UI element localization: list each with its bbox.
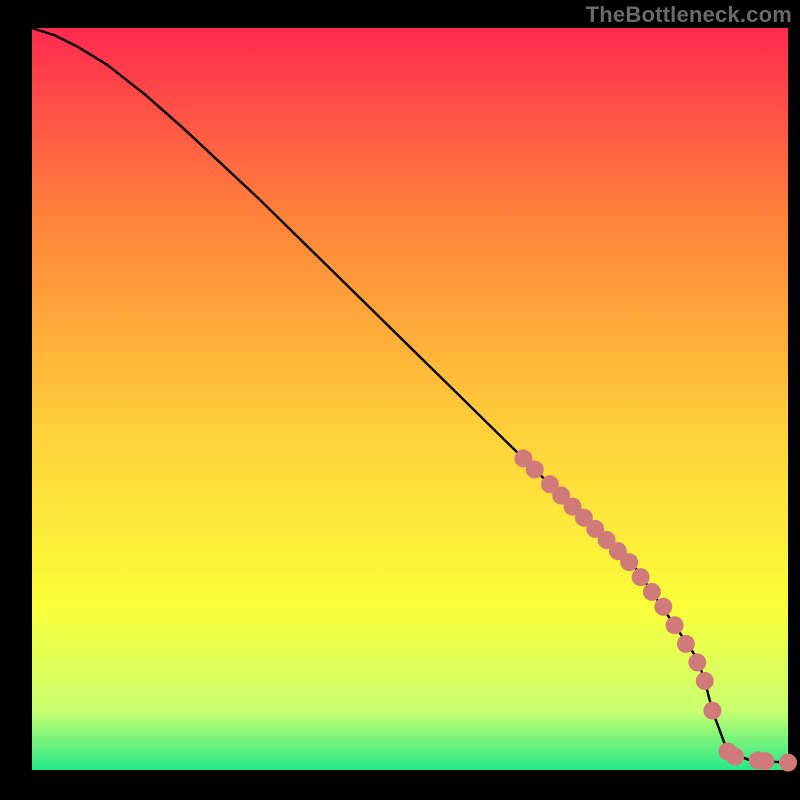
chart-frame: { "watermark": "TheBottleneck.com", "col… <box>0 0 800 800</box>
marker-dot <box>756 752 774 770</box>
marker-dot <box>688 653 706 671</box>
marker-dot <box>703 702 721 720</box>
marker-dot <box>677 635 695 653</box>
marker-dot <box>779 754 797 772</box>
plot-background <box>32 28 788 770</box>
chart-svg <box>0 0 800 800</box>
marker-dot <box>654 598 672 616</box>
marker-dot <box>643 583 661 601</box>
marker-dot <box>696 672 714 690</box>
marker-dot <box>620 553 638 571</box>
marker-dot <box>726 748 744 766</box>
marker-dot <box>666 616 684 634</box>
marker-dot <box>526 461 544 479</box>
marker-dot <box>632 568 650 586</box>
